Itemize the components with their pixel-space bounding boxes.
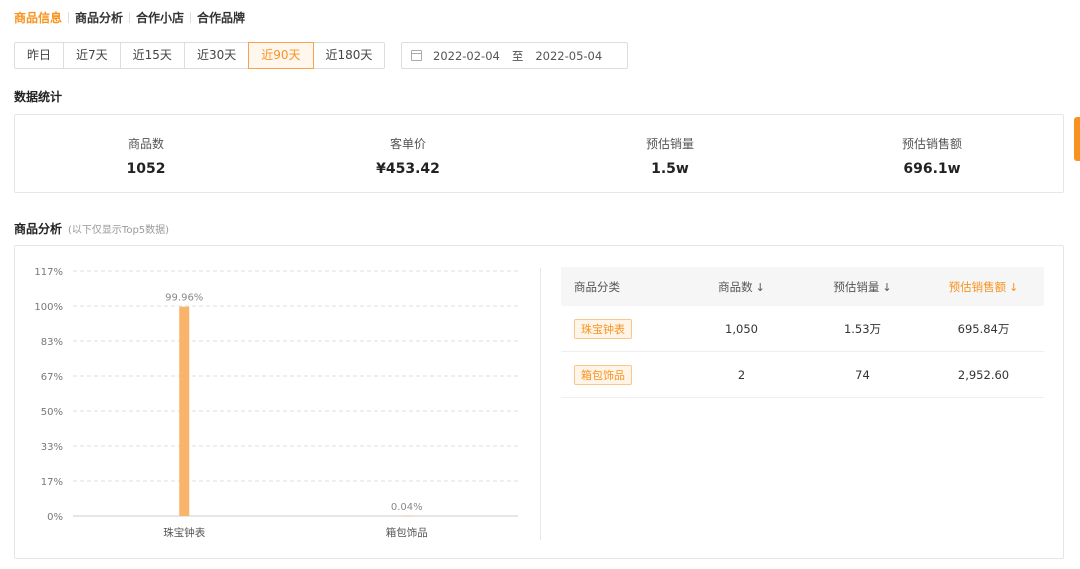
cell-est-revenue: 2,952.60 (957, 367, 1010, 382)
range-180d-button[interactable]: 近180天 (312, 42, 386, 69)
y-tick-label: 33% (41, 442, 63, 453)
range-90d-button[interactable]: 近90天 (248, 42, 314, 69)
stat-value: 1052 (126, 161, 166, 177)
stats-panel: 商品数 1052 客单价 ¥453.42 预估销量 1.5w 预估销售额 696… (14, 114, 1064, 193)
top-tabs: 商品信息 商品分析 合作小店 合作品牌 (14, 9, 245, 26)
tab-divider (129, 12, 131, 23)
table-header: 商品分类 商品数 ↓ 预估销量 ↓ 预估销售额 ↓ (561, 267, 1044, 306)
analysis-panel: 0% 17% 33% 50% 67% 83% 100% 117% 99.96% 珠宝钟表 0.04%… (14, 245, 1064, 559)
data-label: 99.96% (165, 293, 203, 304)
x-tick-label: 箱包饰品 (386, 526, 428, 539)
stat-label: 预估销量 (645, 137, 694, 151)
analysis-title-text: 商品分析 (14, 222, 63, 236)
header-product-count[interactable]: 商品数 ↓ (681, 279, 802, 295)
header-est-sales[interactable]: 预估销量 ↓ (802, 279, 923, 295)
tab-product-analysis[interactable]: 商品分析 (75, 9, 123, 26)
chart-bar (179, 306, 190, 516)
cell-product-count: 2 (737, 367, 746, 382)
start-date: 2022-02-04 (433, 48, 500, 63)
range-yesterday-button[interactable]: 昨日 (14, 42, 65, 69)
y-tick-label: 17% (41, 477, 63, 488)
analysis-title: 商品分析 (以下仅显示Top5数据) (14, 220, 169, 237)
category-bar-chart: 0% 17% 33% 50% 67% 83% 100% 117% 99.96% 珠宝钟表 0.04%… (15, 246, 540, 558)
data-label: 0.04% (391, 502, 423, 513)
calendar-icon (411, 50, 422, 61)
x-tick-label: 珠宝钟表 (163, 526, 205, 539)
date-range-picker[interactable]: 2022-02-04 至 2022-05-04 (401, 42, 628, 69)
date-range-buttons: 昨日 近7天 近15天 近30天 近90天 近180天 (14, 42, 386, 69)
y-tick-label: 0% (47, 512, 63, 523)
end-date: 2022-05-04 (535, 48, 603, 63)
stat-label: 客单价 (389, 137, 426, 151)
date-separator: 至 (511, 48, 524, 63)
y-tick-label: 50% (41, 407, 63, 418)
sort-arrow-icon[interactable]: ↓ (756, 281, 765, 294)
tab-partner-brands[interactable]: 合作品牌 (197, 9, 245, 26)
cell-est-sales: 74 (855, 367, 870, 382)
chart-bar (401, 515, 412, 517)
stat-label: 商品数 (127, 137, 164, 151)
tab-divider (68, 12, 70, 23)
sort-arrow-icon[interactable]: ↓ (1009, 281, 1018, 294)
y-tick-label: 100% (34, 302, 63, 313)
tab-product-info[interactable]: 商品信息 (14, 9, 62, 26)
tab-divider (190, 12, 192, 23)
side-float-tab[interactable] (1074, 117, 1080, 161)
header-est-revenue[interactable]: 预估销售额 ↓ (923, 279, 1044, 295)
stat-product-count: 商品数 1052 (15, 115, 277, 192)
stat-est-sales: 预估销量 1.5w (539, 115, 801, 192)
range-7d-button[interactable]: 近7天 (63, 42, 121, 69)
cell-product-count: 1,050 (725, 321, 758, 336)
stat-value: 1.5w (651, 161, 689, 177)
chart-svg: 0% 17% 33% 50% 67% 83% 100% 117% 99.96% 珠宝钟表 0.04%… (34, 267, 518, 539)
panel-divider (540, 268, 541, 540)
range-15d-button[interactable]: 近15天 (119, 42, 185, 69)
range-30d-button[interactable]: 近30天 (183, 42, 250, 69)
y-tick-label: 117% (34, 267, 63, 278)
table-row: 珠宝钟表 1,050 1.53万 695.84万 (561, 306, 1044, 352)
header-category: 商品分类 (574, 279, 620, 294)
stat-value: 696.1w (903, 161, 961, 177)
stat-value: ¥453.42 (376, 161, 440, 177)
sort-arrow-icon[interactable]: ↓ (882, 281, 891, 294)
stats-title: 数据统计 (14, 90, 63, 104)
category-table: 商品分类 商品数 ↓ 预估销量 ↓ 预估销售额 ↓ 珠宝钟表 1,050 1.53万 … (561, 267, 1044, 398)
analysis-subtitle: (以下仅显示Top5数据) (68, 225, 170, 236)
category-tag[interactable]: 珠宝钟表 (574, 318, 632, 339)
stat-label: 预估销售额 (901, 137, 962, 151)
tab-partner-shops[interactable]: 合作小店 (136, 9, 184, 26)
stat-est-revenue: 预估销售额 696.1w (801, 115, 1063, 192)
y-tick-label: 67% (41, 372, 63, 383)
stat-avg-price: 客单价 ¥453.42 (277, 115, 539, 192)
cell-est-revenue: 695.84万 (957, 321, 1010, 336)
category-tag[interactable]: 箱包饰品 (574, 364, 632, 385)
y-tick-label: 83% (41, 337, 63, 348)
cell-est-sales: 1.53万 (843, 321, 882, 336)
table-row: 箱包饰品 2 74 2,952.60 (561, 352, 1044, 398)
